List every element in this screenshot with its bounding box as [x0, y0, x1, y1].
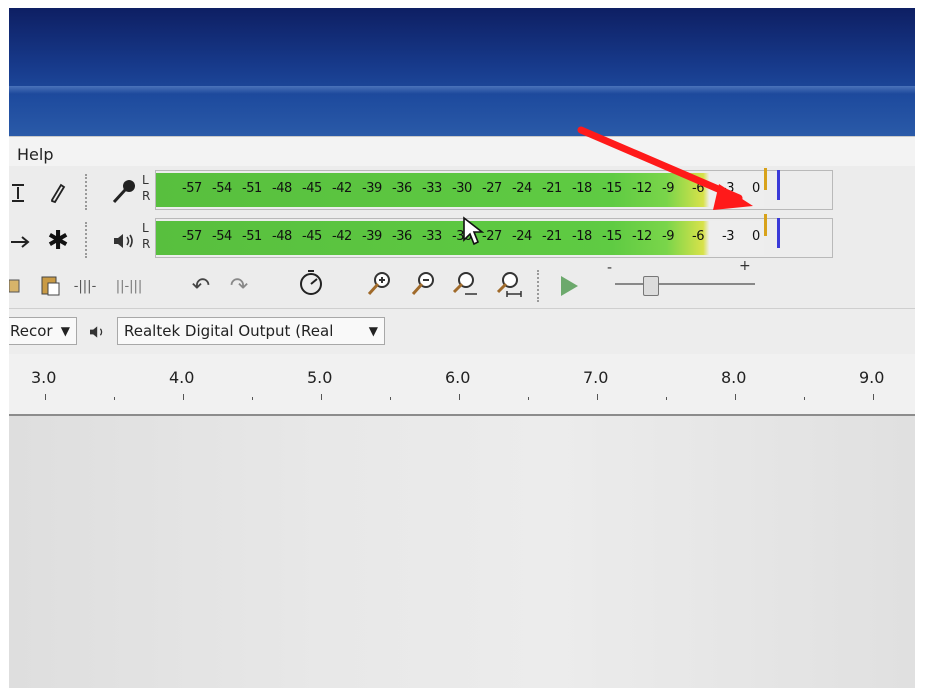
channel-label-right: R: [142, 237, 151, 251]
playback-speed-slider-thumb[interactable]: [643, 276, 659, 296]
ruler-tick: [183, 394, 184, 400]
meter-tick-label: -42: [332, 229, 352, 244]
toolbar-grip[interactable]: [85, 222, 95, 258]
meter-tick-label: -36: [392, 181, 412, 196]
device-toolbar: Recor ▼ Realtek Digital Output (Real ▼: [9, 308, 915, 356]
meter-tick-label: -24: [512, 229, 532, 244]
timeshift-tool-icon[interactable]: [9, 228, 33, 256]
playback-device-select[interactable]: Realtek Digital Output (Real ▼: [117, 317, 385, 345]
trim-audio-icon[interactable]: -|||-: [69, 270, 101, 302]
meter-tick-label: -24: [512, 181, 532, 196]
ruler-minor-tick: [804, 397, 805, 400]
meter-tick-label: -12: [632, 229, 652, 244]
silence-audio-icon[interactable]: ||-|||: [107, 270, 151, 302]
ruler-tick: [45, 394, 46, 400]
meter-tick-label: -48: [272, 229, 292, 244]
fit-project-icon[interactable]: [493, 268, 525, 300]
peak-marker-blue: [777, 218, 780, 248]
channel-label-right: R: [142, 189, 151, 203]
undo-icon[interactable]: ↶: [185, 270, 217, 302]
meter-tick-label: -18: [572, 229, 592, 244]
chevron-down-icon: ▼: [60, 324, 70, 338]
ruler-minor-tick: [252, 397, 253, 400]
toolbar-grip[interactable]: [537, 270, 547, 302]
zoom-in-icon[interactable]: [363, 268, 395, 300]
fit-selection-icon[interactable]: [449, 268, 481, 300]
meter-tick-label: -33: [422, 181, 442, 196]
peak-marker-blue: [777, 170, 780, 200]
ruler-minor-tick: [666, 397, 667, 400]
redo-icon[interactable]: ↷: [223, 270, 255, 302]
meter-tick-label: -39: [362, 229, 382, 244]
zoom-out-icon[interactable]: [407, 268, 439, 300]
slider-plus-label: +: [739, 258, 751, 274]
speaker-icon: [85, 321, 111, 343]
meter-tick-label: -21: [542, 181, 562, 196]
window-title-bar: [9, 8, 915, 136]
meter-tick-label: -45: [302, 229, 322, 244]
menu-help[interactable]: Help: [17, 145, 53, 164]
meter-tick-label: -54: [212, 229, 232, 244]
screenshot-photo: Help ✱ L R -57 -54 -51 -48 -45 -42 -39 -36 -33 -3…: [9, 8, 915, 688]
ruler-minor-tick: [114, 397, 115, 400]
meter-tick-label: -9: [662, 229, 674, 244]
meter-tick-label: -51: [242, 181, 262, 196]
ruler-tick: [321, 394, 322, 400]
chevron-down-icon: ▼: [368, 324, 378, 338]
meter-tick-label: -39: [362, 181, 382, 196]
ruler-time-label: 6.0: [445, 368, 471, 387]
recording-device-value: Recor: [10, 322, 53, 340]
meter-tick-label: 0: [752, 229, 760, 244]
channel-label-left: L: [142, 221, 149, 235]
timeline-ruler[interactable]: 3.0 4.0 5.0 6.0 7.0 8.0 9.0: [9, 354, 915, 416]
meter-tick-label: -21: [542, 229, 562, 244]
recording-device-select[interactable]: Recor ▼: [9, 317, 77, 345]
ruler-time-label: 9.0: [859, 368, 885, 387]
toolbar-grip[interactable]: [85, 174, 95, 210]
meter-tick-label: -15: [602, 229, 622, 244]
mouse-cursor-icon: [463, 216, 485, 246]
ruler-time-label: 5.0: [307, 368, 333, 387]
meter-tick-label: -45: [302, 181, 322, 196]
ruler-tick: [873, 394, 874, 400]
ruler-tick: [597, 394, 598, 400]
ruler-minor-tick: [528, 397, 529, 400]
meter-tick-label: -57: [182, 181, 202, 196]
speaker-icon[interactable]: [107, 226, 141, 256]
meter-tick-label: -51: [242, 229, 262, 244]
meter-tick-label: -3: [722, 229, 734, 244]
meter-tick-label: -54: [212, 181, 232, 196]
ruler-tick: [459, 394, 460, 400]
ruler-time-label: 8.0: [721, 368, 747, 387]
multi-tool-icon[interactable]: ✱: [43, 226, 73, 256]
menu-bar: Help: [9, 136, 915, 167]
meter-tick-label: -36: [392, 229, 412, 244]
ruler-minor-tick: [390, 397, 391, 400]
ruler-time-label: 4.0: [169, 368, 195, 387]
meter-tick-label: -30: [452, 181, 472, 196]
slider-minus-label: -: [607, 260, 613, 276]
meter-tick-label: -33: [422, 229, 442, 244]
meter-tick-label: -27: [482, 181, 502, 196]
ruler-time-label: 3.0: [31, 368, 57, 387]
paste-icon[interactable]: [35, 270, 67, 302]
playback-meter-scale: -57 -54 -51 -48 -45 -42 -39 -36 -33 -30 -27 -24 -21-…: [156, 229, 832, 249]
timer-icon[interactable]: [295, 266, 327, 298]
playback-speed-slider-track[interactable]: [615, 283, 755, 285]
meter-tick-label: -57: [182, 229, 202, 244]
ruler-tick: [735, 394, 736, 400]
track-area[interactable]: [9, 416, 915, 688]
play-icon[interactable]: [553, 270, 585, 302]
copy-icon[interactable]: [9, 270, 33, 302]
pencil-icon[interactable]: [43, 178, 71, 208]
meter-tick-label: -42: [332, 181, 352, 196]
ruler-time-label: 7.0: [583, 368, 609, 387]
channel-label-left: L: [142, 173, 149, 187]
playback-device-value: Realtek Digital Output (Real: [124, 322, 334, 340]
meter-tick-label: -48: [272, 181, 292, 196]
microphone-icon[interactable]: [107, 176, 141, 208]
selection-tool-icon[interactable]: [9, 178, 29, 208]
red-annotation-arrow-icon: [577, 126, 753, 210]
meter-tick-label: -6: [692, 229, 704, 244]
